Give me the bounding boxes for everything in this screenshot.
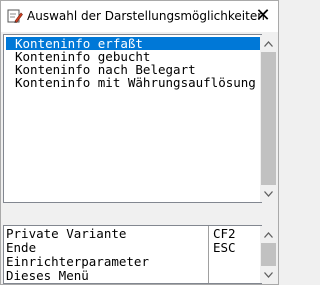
command-row[interactable]: Dieses Menü bbox=[6, 269, 261, 282]
shortcut-key: CF2 bbox=[213, 226, 236, 241]
command-row[interactable]: Private Variante CF2 bbox=[6, 227, 261, 240]
close-icon: ✕ bbox=[255, 5, 271, 26]
display-options-list[interactable]: Konteninfo erfaßt Konteninfo gebucht Konte… bbox=[3, 34, 262, 203]
scroll-thumb[interactable] bbox=[261, 52, 276, 185]
options-scrollbar[interactable] bbox=[260, 35, 277, 202]
command-row[interactable]: Ende ESC bbox=[6, 241, 261, 254]
commands-scrollbar[interactable] bbox=[260, 226, 277, 283]
scroll-up-arrow-icon[interactable] bbox=[260, 35, 277, 52]
scroll-down-arrow-icon[interactable] bbox=[260, 266, 277, 283]
command-label: Ende bbox=[6, 240, 37, 255]
window-title: Auswahl der Darstellungsmöglichkeiten bbox=[27, 9, 265, 23]
command-label: Private Variante bbox=[6, 226, 127, 241]
commands-list[interactable]: Private Variante CF2 Ende ESC Einrichterpara… bbox=[3, 225, 262, 284]
scroll-down-arrow-icon[interactable] bbox=[260, 185, 277, 202]
command-label: Dieses Menü bbox=[6, 268, 89, 283]
dialog-window: Auswahl der Darstellungsmöglichkeiten ✕ … bbox=[0, 0, 279, 285]
command-label: Einrichterparameter bbox=[6, 254, 149, 269]
close-button[interactable]: ✕ bbox=[252, 5, 274, 27]
pencil-app-icon bbox=[7, 9, 23, 23]
scroll-up-arrow-icon[interactable] bbox=[260, 226, 277, 243]
shortcut-key: ESC bbox=[213, 240, 236, 255]
command-row[interactable]: Einrichterparameter bbox=[6, 255, 261, 268]
list-item[interactable]: Konteninfo mit Währungsauflösung bbox=[6, 76, 261, 89]
scroll-thumb[interactable] bbox=[261, 243, 276, 266]
title-bar[interactable]: Auswahl der Darstellungsmöglichkeiten ✕ bbox=[1, 1, 278, 32]
